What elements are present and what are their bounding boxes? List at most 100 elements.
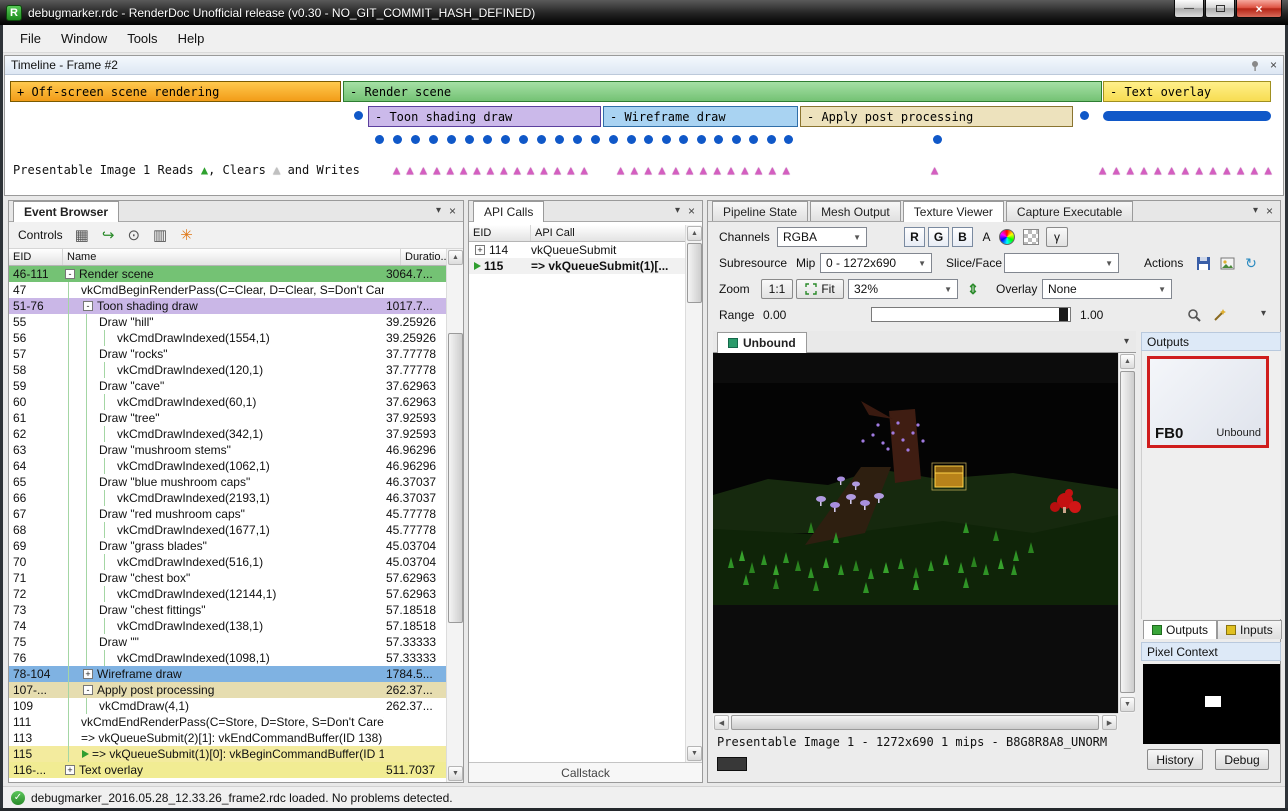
right-dock-close-icon[interactable]: × xyxy=(1266,205,1273,217)
usage-triangle[interactable]: ▲ xyxy=(631,163,638,177)
draw-marker-dot[interactable] xyxy=(767,135,776,144)
minimize-button[interactable]: — xyxy=(1174,0,1204,18)
scroll-up-icon[interactable]: ▲ xyxy=(687,226,702,241)
scroll-down-icon[interactable]: ▼ xyxy=(1120,697,1135,712)
api-calls-scrollbar[interactable]: ▲ ▼ xyxy=(685,225,702,762)
gamma-button[interactable]: γ xyxy=(1046,227,1068,247)
zoom-1to1-button[interactable]: 1:1 xyxy=(761,279,793,299)
texture-vertical-scrollbar[interactable]: ▲ ▼ xyxy=(1118,353,1135,713)
timeline-bar-toon[interactable]: - Toon shading draw xyxy=(368,106,601,127)
pixel-context-view[interactable] xyxy=(1143,664,1280,744)
usage-triangle[interactable]: ▲ xyxy=(1237,163,1244,177)
event-row[interactable]: 115=> vkQueueSubmit(1)[0]: vkBeginComman… xyxy=(9,746,446,762)
draw-marker-dot[interactable] xyxy=(679,135,688,144)
usage-triangle[interactable]: ▲ xyxy=(700,163,707,177)
usage-triangle[interactable]: ▲ xyxy=(447,163,454,177)
event-row[interactable]: 60vkCmdDrawIndexed(60,1)37.62963 xyxy=(9,394,446,410)
flip-y-button[interactable]: ⇕ xyxy=(962,279,984,299)
event-row[interactable]: 111vkCmdEndRenderPass(C=Store, D=Store, … xyxy=(9,714,446,730)
tab-inputs[interactable]: Inputs xyxy=(1217,620,1282,639)
event-row[interactable]: 75Draw ""57.33333 xyxy=(9,634,446,650)
scroll-left-icon[interactable]: ◀ xyxy=(714,715,729,730)
event-row[interactable]: 113=> vkQueueSubmit(2)[1]: vkEndCommandB… xyxy=(9,730,446,746)
tab-event-browser[interactable]: Event Browser xyxy=(13,201,119,222)
custom-shader-button[interactable] xyxy=(996,227,1018,247)
timeline-bar-wireframe[interactable]: - Wireframe draw xyxy=(603,106,798,127)
draw-marker-dot[interactable] xyxy=(393,135,402,144)
mip-combo[interactable]: 0 - 1272x690▼ xyxy=(820,253,932,273)
usage-triangle[interactable]: ▲ xyxy=(1209,163,1216,177)
event-row[interactable]: 71Draw "chest box"57.62963 xyxy=(9,570,446,586)
api-call-column-header[interactable]: API Call xyxy=(531,225,702,241)
event-row[interactable]: 67Draw "red mushroom caps"45.77778 xyxy=(9,506,446,522)
usage-triangle[interactable]: ▲ xyxy=(1265,163,1272,177)
draw-marker-dot[interactable] xyxy=(573,135,582,144)
scroll-down-icon[interactable]: ▼ xyxy=(448,766,463,781)
draw-marker-dot[interactable] xyxy=(933,135,942,144)
channel-r-button[interactable]: R xyxy=(904,227,925,247)
event-row[interactable]: 47vkCmdBeginRenderPass(C=Clear, D=Clear,… xyxy=(9,282,446,298)
event-row[interactable]: 63Draw "mushroom stems"46.96296 xyxy=(9,442,446,458)
menu-item-tools[interactable]: Tools xyxy=(118,27,166,50)
event-browser-close-icon[interactable]: × xyxy=(449,205,456,217)
usage-triangle[interactable]: ▲ xyxy=(393,163,400,177)
usage-triangle[interactable]: ▲ xyxy=(581,163,588,177)
event-row[interactable]: 59Draw "cave"37.62963 xyxy=(9,378,446,394)
api-call-row[interactable]: +114vkQueueSubmit xyxy=(469,242,685,258)
fb0-thumbnail[interactable]: FB0 Unbound xyxy=(1147,356,1269,448)
name-column-header[interactable]: Name xyxy=(63,249,401,265)
event-row[interactable]: 76vkCmdDrawIndexed(1098,1)57.33333 xyxy=(9,650,446,666)
api-eid-column-header[interactable]: EID xyxy=(469,225,531,241)
usage-triangle[interactable]: ▲ xyxy=(727,163,734,177)
scrollbar-thumb[interactable] xyxy=(448,333,463,623)
close-button[interactable]: × xyxy=(1236,0,1282,18)
usage-triangle[interactable]: ▲ xyxy=(527,163,534,177)
zoom-range-button[interactable] xyxy=(1183,305,1205,325)
usage-triangle[interactable]: ▲ xyxy=(645,163,652,177)
event-row[interactable]: 57Draw "rocks"37.77778 xyxy=(9,346,446,362)
timeline-close-icon[interactable]: × xyxy=(1270,59,1277,71)
tab-texture-viewer[interactable]: Texture Viewer xyxy=(903,201,1004,222)
event-row[interactable]: 73Draw "chest fittings"57.18518 xyxy=(9,602,446,618)
usage-triangle[interactable]: ▲ xyxy=(741,163,748,177)
history-button[interactable]: History xyxy=(1147,749,1203,770)
usage-triangle[interactable]: ▲ xyxy=(672,163,679,177)
usage-triangle[interactable]: ▲ xyxy=(617,163,624,177)
draw-marker-dot[interactable] xyxy=(609,135,618,144)
draw-marker-dot[interactable] xyxy=(447,135,456,144)
channel-a-button[interactable]: A xyxy=(976,227,997,247)
timeline-bar-render-scene[interactable]: - Render scene xyxy=(343,81,1102,102)
toolbar-overflow-icon[interactable]: ▾ xyxy=(1261,309,1266,319)
overlay-combo[interactable]: None▼ xyxy=(1042,279,1172,299)
filter-icon[interactable]: ▦ xyxy=(75,228,89,243)
draw-marker-dot[interactable] xyxy=(714,135,723,144)
menu-item-window[interactable]: Window xyxy=(52,27,116,50)
usage-triangle[interactable]: ▲ xyxy=(1154,163,1161,177)
collapse-toggle[interactable]: - xyxy=(65,269,75,279)
event-row[interactable]: 66vkCmdDrawIndexed(2193,1)46.37037 xyxy=(9,490,446,506)
draw-marker-dot[interactable] xyxy=(519,135,528,144)
event-row[interactable]: 64vkCmdDrawIndexed(1062,1)46.96296 xyxy=(9,458,446,474)
usage-triangle[interactable]: ▲ xyxy=(1099,163,1106,177)
draw-marker-dot[interactable] xyxy=(411,135,420,144)
usage-triangle[interactable]: ▲ xyxy=(1140,163,1147,177)
event-row[interactable]: 68vkCmdDrawIndexed(1677,1)45.77778 xyxy=(9,522,446,538)
event-browser-scrollbar[interactable]: ▲ ▼ xyxy=(446,249,463,782)
usage-triangle[interactable]: ▲ xyxy=(406,163,413,177)
api-call-row[interactable]: 115=> vkQueueSubmit(1)[... xyxy=(469,258,685,274)
texture-display[interactable] xyxy=(713,353,1118,713)
usage-triangle[interactable]: ▲ xyxy=(433,163,440,177)
draw-marker-dot[interactable] xyxy=(732,135,741,144)
draw-marker-dot[interactable] xyxy=(354,111,363,120)
draw-marker-dot[interactable] xyxy=(627,135,636,144)
draw-marker-dot[interactable] xyxy=(483,135,492,144)
debug-button[interactable]: Debug xyxy=(1215,749,1269,770)
eid-column-header[interactable]: EID xyxy=(9,249,63,265)
usage-triangle[interactable]: ▲ xyxy=(1168,163,1175,177)
event-row[interactable]: 62vkCmdDrawIndexed(342,1)37.92593 xyxy=(9,426,446,442)
event-row[interactable]: 51-76-Toon shading draw1017.7... xyxy=(9,298,446,314)
event-row[interactable]: 72vkCmdDrawIndexed(12144,1)57.62963 xyxy=(9,586,446,602)
usage-triangle[interactable]: ▲ xyxy=(714,163,721,177)
scrollbar-thumb[interactable] xyxy=(687,243,702,303)
usage-triangle[interactable]: ▲ xyxy=(755,163,762,177)
